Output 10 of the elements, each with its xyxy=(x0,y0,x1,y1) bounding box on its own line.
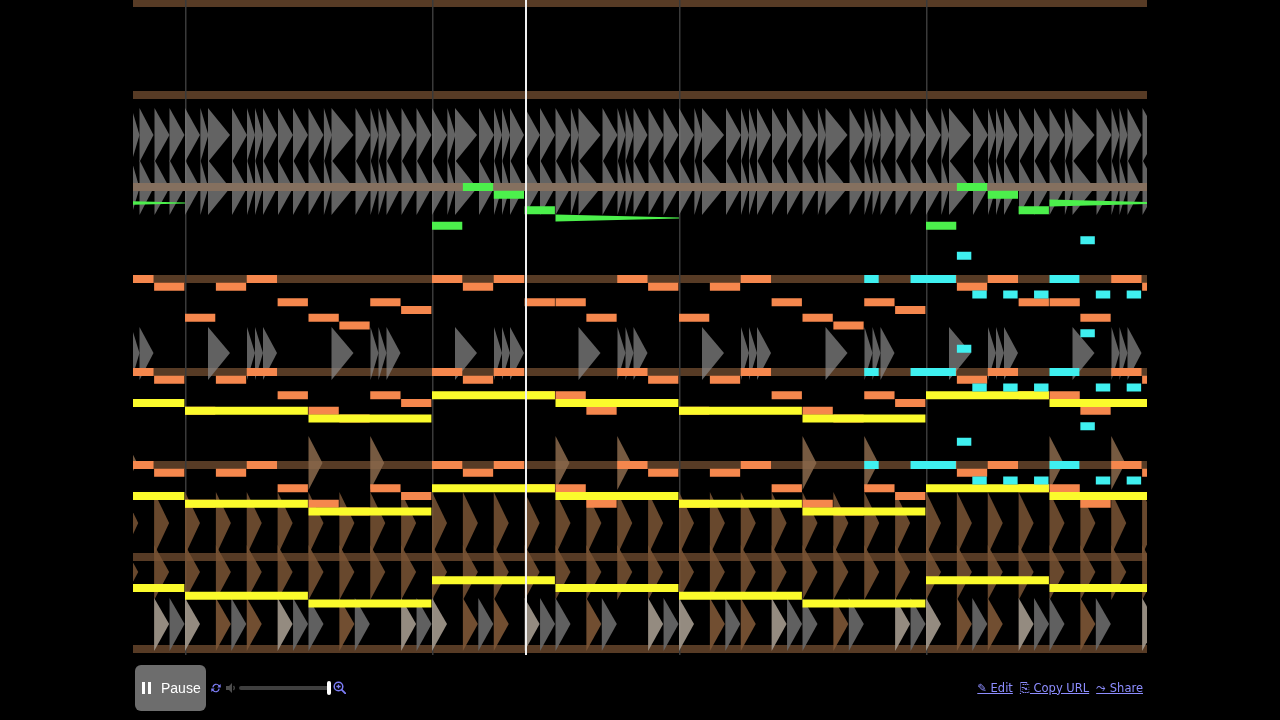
zoom-button[interactable] xyxy=(332,680,347,695)
pause-icon xyxy=(142,681,151,694)
footer-link[interactable]: ⎘ Copy URL xyxy=(1019,680,1090,695)
footer-link[interactable]: ⤳ Share xyxy=(1096,680,1143,695)
volume-icon xyxy=(226,682,236,693)
loop-icon xyxy=(210,681,222,694)
pause-button[interactable]: Pause xyxy=(135,664,206,711)
zoom-in-icon xyxy=(333,681,346,694)
footer-link[interactable]: ✎ Edit xyxy=(977,680,1013,695)
slider-thumb[interactable] xyxy=(327,680,331,695)
